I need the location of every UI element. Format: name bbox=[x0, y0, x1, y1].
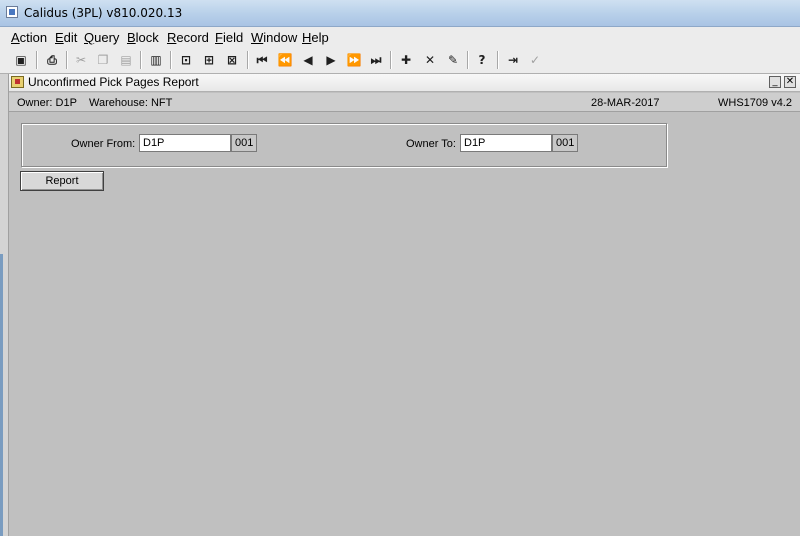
menu-help[interactable]: Help bbox=[302, 30, 329, 45]
owner-from-input[interactable]: D1P bbox=[139, 134, 231, 152]
menu-query-label: uery bbox=[94, 30, 120, 45]
toolbar-separator bbox=[497, 51, 499, 69]
enter-query-icon[interactable]: ⊡ bbox=[177, 51, 195, 69]
menu-action[interactable]: Action bbox=[11, 30, 47, 45]
report-form-window: Unconfirmed Pick Pages Report _ ✕ Owner:… bbox=[9, 74, 800, 536]
minimize-button[interactable]: _ bbox=[769, 76, 781, 88]
menu-record-mnemonic: R bbox=[167, 30, 177, 45]
close-button[interactable]: ✕ bbox=[784, 76, 796, 88]
app-icon bbox=[6, 6, 18, 18]
menu-record[interactable]: Record bbox=[167, 30, 209, 45]
next-record-icon[interactable]: ▶ bbox=[322, 51, 340, 69]
menu-window[interactable]: Window bbox=[251, 30, 297, 45]
owner-from-code: 001 bbox=[231, 134, 257, 152]
toolbar-separator bbox=[36, 51, 38, 69]
window-title: Calidus (3PL) v810.020.13 bbox=[24, 6, 183, 20]
menu-field-mnemonic: F bbox=[215, 30, 223, 45]
first-record-icon[interactable]: ⏮ bbox=[253, 51, 271, 69]
cut-icon[interactable]: ✂ bbox=[72, 51, 90, 69]
menu-block-label: lock bbox=[135, 30, 159, 45]
clear-field-icon[interactable]: ▥ bbox=[147, 51, 165, 69]
toolbar-separator bbox=[170, 51, 172, 69]
warehouse-info: Warehouse: NFT bbox=[89, 97, 173, 109]
toolbar-separator bbox=[390, 51, 392, 69]
previous-record-icon[interactable]: ◀ bbox=[299, 51, 317, 69]
form-title: Unconfirmed Pick Pages Report bbox=[28, 75, 199, 89]
owner-to-code: 001 bbox=[552, 134, 578, 152]
previous-block-icon[interactable]: ⏪ bbox=[276, 51, 294, 69]
menu-field-label: ield bbox=[222, 30, 244, 45]
help-icon[interactable]: ? bbox=[473, 51, 491, 69]
menu-query-mnemonic: Q bbox=[84, 30, 95, 45]
form-titlebar: Unconfirmed Pick Pages Report _ ✕ bbox=[9, 74, 800, 92]
menu-edit-mnemonic: E bbox=[55, 30, 64, 45]
toolbar-separator bbox=[140, 51, 142, 69]
menu-bar: Action Edit Query Block Record Field Win… bbox=[0, 27, 800, 47]
menu-query[interactable]: Query bbox=[84, 30, 119, 45]
toolbar-separator bbox=[66, 51, 68, 69]
menu-field[interactable]: Field bbox=[215, 30, 243, 45]
menu-window-mnemonic: W bbox=[251, 30, 264, 45]
execute-query-icon[interactable]: ⊞ bbox=[200, 51, 218, 69]
exit-icon[interactable]: ⇥ bbox=[504, 51, 522, 69]
menu-edit-label: dit bbox=[63, 30, 78, 45]
menu-action-mnemonic: A bbox=[11, 30, 20, 45]
next-block-icon[interactable]: ⏩ bbox=[345, 51, 363, 69]
delete-record-icon[interactable]: ✕ bbox=[421, 51, 439, 69]
save-icon[interactable]: ▣ bbox=[12, 51, 30, 69]
menu-action-label: ction bbox=[19, 30, 48, 45]
menu-help-label: elp bbox=[311, 30, 329, 45]
owner-range-group: Owner From: D1P 001 Owner To: D1P 001 bbox=[21, 123, 667, 167]
mdi-left-edge bbox=[0, 74, 9, 536]
program-version: WHS1709 v4.2 bbox=[718, 97, 792, 109]
print-icon[interactable]: ⎙ bbox=[43, 51, 61, 69]
owner-to-label: Owner To: bbox=[406, 138, 456, 150]
menu-block[interactable]: Block bbox=[127, 30, 159, 45]
commit-icon[interactable]: ✓ bbox=[526, 51, 544, 69]
menu-edit[interactable]: Edit bbox=[55, 30, 77, 45]
menu-help-mnemonic: H bbox=[302, 30, 312, 45]
menu-block-mnemonic: B bbox=[127, 30, 136, 45]
copy-icon[interactable]: ❐ bbox=[94, 51, 112, 69]
cancel-query-icon[interactable]: ⊠ bbox=[223, 51, 241, 69]
menu-record-label: ecord bbox=[176, 30, 209, 45]
report-button[interactable]: Report bbox=[20, 171, 104, 191]
owner-info: Owner: D1P bbox=[17, 97, 77, 109]
insert-record-icon[interactable]: ✚ bbox=[397, 51, 415, 69]
owner-from-label: Owner From: bbox=[71, 138, 136, 150]
paste-icon[interactable]: ▤ bbox=[117, 51, 135, 69]
form-icon bbox=[11, 76, 24, 88]
current-date: 28-MAR-2017 bbox=[591, 97, 660, 109]
menu-window-label: indow bbox=[263, 30, 298, 45]
toolbar-separator bbox=[247, 51, 249, 69]
last-record-icon[interactable]: ⏭ bbox=[367, 51, 385, 69]
toolbar-separator bbox=[467, 51, 469, 69]
owner-to-input[interactable]: D1P bbox=[460, 134, 552, 152]
window-titlebar: Calidus (3PL) v810.020.13 bbox=[0, 0, 800, 27]
context-bar: Owner: D1P Warehouse: NFT 28-MAR-2017 WH… bbox=[9, 93, 800, 112]
duplicate-record-icon[interactable]: ✎ bbox=[444, 51, 462, 69]
toolbar: ▣ ⎙ ✂ ❐ ▤ ▥ ⊡ ⊞ ⊠ ⏮ ⏪ ◀ ▶ ⏩ ⏭ ✚ ✕ ✎ ? ⇥ … bbox=[0, 47, 800, 74]
